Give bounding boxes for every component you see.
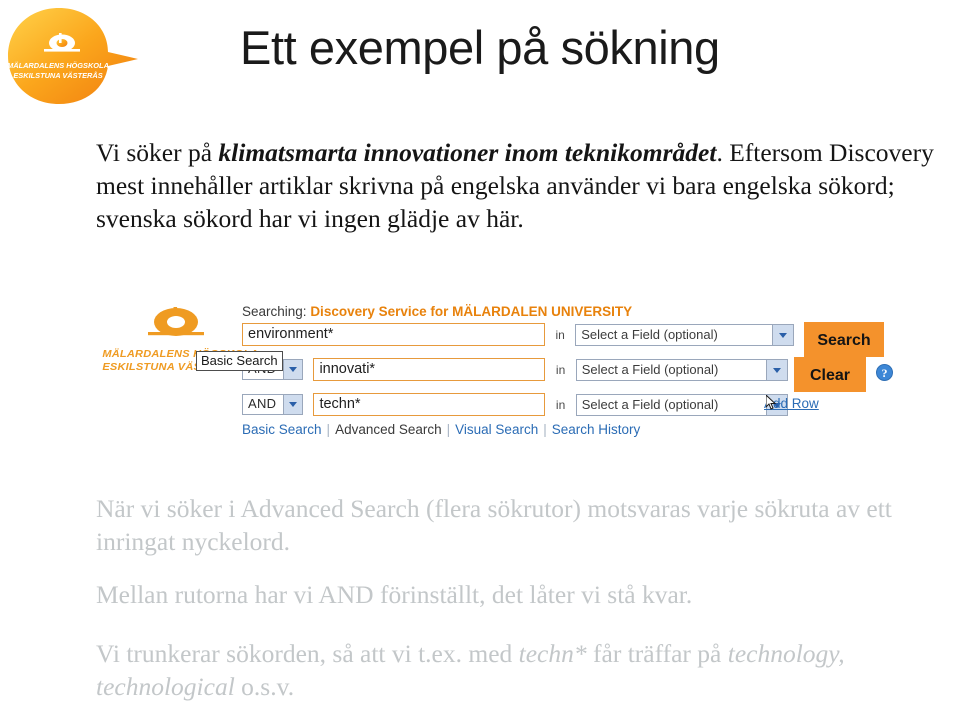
- malardalens-hogskola-logo: MÄLARDALENS HÖGSKOLA ESKILSTUNA VÄSTERÅS: [4, 4, 140, 108]
- intro-lead-prefix: Vi söker på: [96, 138, 219, 167]
- chevron-down-icon[interactable]: [283, 395, 302, 414]
- note-advanced-search-text: När vi söker i Advanced Search (flera sö…: [96, 494, 892, 557]
- note-truncation-part-3: o.s.v.: [234, 672, 295, 702]
- note-advanced-search: När vi söker i Advanced Search (flera sö…: [96, 492, 960, 558]
- help-icon[interactable]: ?: [876, 364, 893, 381]
- note-and-default: Mellan rutorna har vi AND förinställt, d…: [96, 578, 960, 611]
- search-term-input-3[interactable]: techn*: [313, 393, 546, 416]
- search-row-2: AND innovati* in Select a Field (optiona…: [242, 358, 788, 381]
- page-title: Ett exempel på sökning: [240, 21, 720, 74]
- intro-lead-suffix: .: [716, 138, 723, 167]
- in-label-3: in: [555, 397, 566, 412]
- intro-paragraph: Vi söker på klimatsmarta innovationer in…: [96, 136, 960, 235]
- chevron-down-icon[interactable]: [772, 324, 794, 345]
- nav-visual-search[interactable]: Visual Search: [455, 422, 538, 437]
- nav-basic-search[interactable]: Basic Search: [242, 422, 322, 437]
- note-truncation-term: techn*: [518, 639, 587, 668]
- searching-label: Searching:: [242, 304, 307, 319]
- mdh-logo-small: MÄLARDALENS HÖGSKOLA ESKILSTUNA VÄSTERÅS: [102, 304, 258, 384]
- nav-search-history[interactable]: Search History: [552, 422, 641, 437]
- in-label-2: in: [555, 362, 566, 377]
- search-term-value-1: environment*: [248, 326, 334, 342]
- field-select-3[interactable]: Select a Field (optional): [575, 393, 788, 416]
- mdh-emblem-icon: [148, 307, 204, 336]
- nav-separator-3: |: [543, 422, 547, 437]
- search-mode-nav: Basic Search | Advanced Search | Visual Sear…: [242, 422, 640, 437]
- mouse-cursor-icon: [766, 395, 776, 410]
- nav-separator-1: |: [326, 422, 331, 437]
- search-term-input-1[interactable]: environment*: [242, 323, 545, 346]
- field-select-value-1: Select a Field (optional): [581, 326, 718, 342]
- ebsco-advanced-search-screenshot: MÄLARDALENS HÖGSKOLA ESKILSTUNA VÄSTERÅS…: [102, 296, 932, 458]
- search-row-1: environment* in Select a Field (optional…: [242, 323, 795, 346]
- chevron-down-icon[interactable]: [765, 359, 787, 380]
- field-select-value-3: Select a Field (optional): [581, 396, 719, 412]
- note-truncation-part-2: får träffar på: [586, 639, 728, 668]
- search-row-3: AND techn* in Select a Field (optional): [242, 393, 788, 416]
- clear-button[interactable]: Clear: [794, 357, 866, 392]
- note-truncation: Vi trunkerar sökorden, så att vi t.ex. m…: [96, 637, 960, 703]
- field-select-2[interactable]: Select a Field (optional): [575, 358, 788, 381]
- intro-lead-emphasis: klimatsmarta innovationer inom teknikomr…: [218, 138, 717, 167]
- nav-advanced-search[interactable]: Advanced Search: [335, 422, 442, 437]
- field-select-value-2: Select a Field (optional): [581, 361, 719, 377]
- note-and-default-text: Mellan rutorna har vi AND förinställt, d…: [96, 580, 693, 609]
- chevron-down-icon[interactable]: [283, 360, 302, 379]
- nav-separator-2: |: [446, 422, 451, 437]
- note-truncation-part-1: Vi trunkerar sökorden, så att vi t.ex. m…: [96, 639, 519, 668]
- search-button[interactable]: Search: [804, 322, 884, 357]
- boolean-operator-select-3[interactable]: AND: [242, 394, 303, 415]
- logo-line-2: ESKILSTUNA VÄSTERÅS: [13, 71, 102, 80]
- search-term-value-2: innovati*: [319, 361, 376, 377]
- discovery-service-name: Discovery Service for MÄLARDALEN UNIVERS…: [310, 304, 633, 319]
- logo-line-1: MÄLARDALENS HÖGSKOLA: [7, 61, 109, 70]
- boolean-operator-value-3: AND: [248, 396, 277, 411]
- basic-search-tooltip: Basic Search: [196, 351, 283, 371]
- searching-status: Searching: Discovery Service for MÄLARDA…: [242, 304, 632, 319]
- in-label-1: in: [555, 327, 565, 342]
- search-term-value-3: techn*: [319, 396, 361, 412]
- search-term-input-2[interactable]: innovati*: [313, 358, 546, 381]
- logo-shape: MÄLARDALENS HÖGSKOLA ESKILSTUNA VÄSTERÅS: [7, 8, 138, 104]
- field-select-1[interactable]: Select a Field (optional): [575, 323, 795, 346]
